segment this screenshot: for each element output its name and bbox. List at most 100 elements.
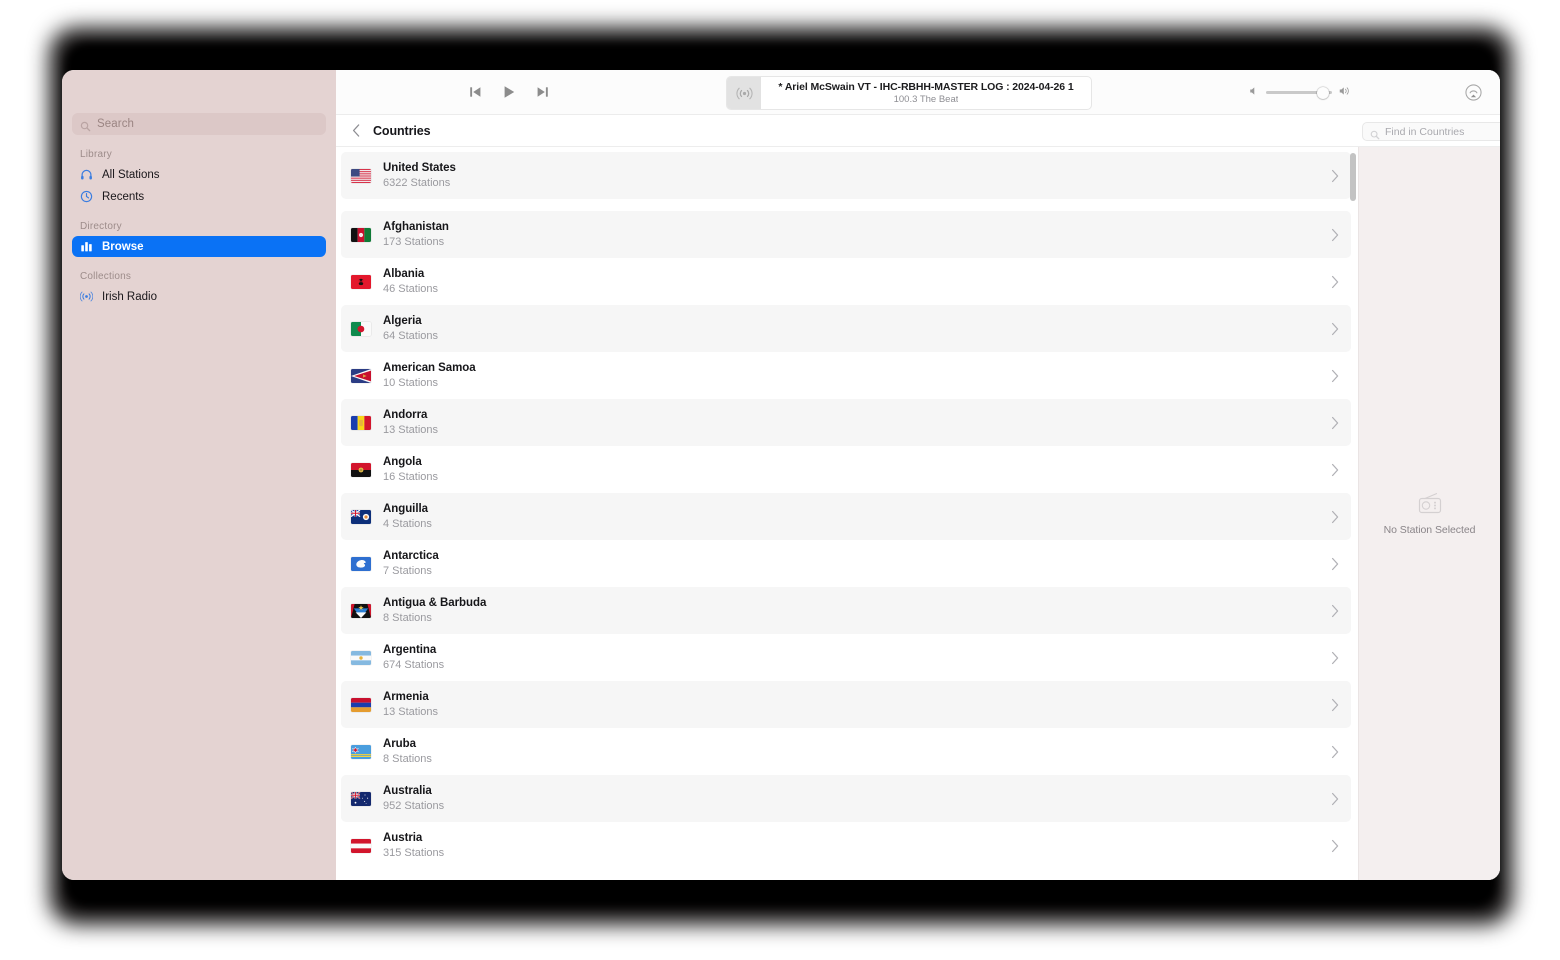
previous-track-button[interactable]	[467, 84, 483, 100]
country-row-text: Antigua & Barbuda 8 Stations	[383, 596, 486, 626]
chevron-right-icon	[1331, 228, 1340, 241]
country-row[interactable]: Argentina 674 Stations	[341, 634, 1351, 681]
country-row-text: Argentina 674 Stations	[383, 643, 444, 673]
flag-icon	[351, 603, 371, 618]
country-row[interactable]: Anguilla 4 Stations	[341, 493, 1351, 540]
country-row[interactable]: Angola 16 Stations	[341, 446, 1351, 493]
country-row-text: Algeria 64 Stations	[383, 314, 438, 344]
country-name: Angola	[383, 455, 422, 468]
country-row-text: Antarctica 7 Stations	[383, 549, 439, 579]
now-playing-artwork	[727, 77, 761, 109]
country-row-text: Aruba 8 Stations	[383, 737, 432, 767]
country-row[interactable]: Austria 315 Stations	[341, 822, 1351, 869]
page-title: Countries	[373, 123, 431, 138]
find-placeholder: Find in Countries	[1385, 125, 1465, 138]
country-station-count: 13 Stations	[383, 423, 439, 436]
now-playing-subtitle: 100.3 The Beat	[893, 94, 959, 105]
country-station-count: 10 Stations	[383, 376, 439, 389]
country-row[interactable]: United States 6322 Stations	[341, 152, 1351, 199]
country-station-count: 13 Stations	[383, 705, 439, 718]
country-name: Austria	[383, 831, 423, 844]
volume-slider-knob[interactable]	[1316, 86, 1329, 99]
sidebar-section-collections: Collections	[80, 271, 132, 282]
country-name: Armenia	[383, 690, 429, 703]
next-track-button[interactable]	[535, 84, 551, 100]
chevron-right-icon	[1331, 416, 1340, 429]
find-in-countries-input[interactable]: Find in Countries	[1362, 122, 1500, 141]
country-row[interactable]: Algeria 64 Stations	[341, 305, 1351, 352]
sidebar-section-directory: Directory	[80, 221, 122, 232]
flag-icon	[351, 462, 371, 477]
airplay-button[interactable]	[1465, 70, 1482, 115]
country-name: Aruba	[383, 737, 416, 750]
country-row[interactable]: American Samoa 10 Stations	[341, 352, 1351, 399]
flag-icon	[351, 168, 371, 183]
flag-icon	[351, 509, 371, 524]
content-split: United States 6322 Stations Afghanistan 173…	[336, 147, 1500, 880]
country-row-text: Austria 315 Stations	[383, 831, 444, 861]
sidebar-item-label: Browse	[102, 240, 144, 253]
chevron-right-icon	[1331, 322, 1340, 335]
country-station-count: 315 Stations	[383, 846, 445, 859]
country-station-count: 7 Stations	[383, 564, 432, 577]
chevron-right-icon	[1331, 275, 1340, 288]
navigation-bar: Countries Find in Countries	[336, 115, 1500, 147]
volume-slider[interactable]	[1266, 86, 1332, 99]
sidebar-item-all-stations[interactable]: All Stations	[72, 164, 326, 185]
country-station-count: 16 Stations	[383, 470, 439, 483]
sidebar-item-label: All Stations	[102, 168, 160, 181]
flag-icon	[351, 321, 371, 336]
chevron-right-icon	[1331, 604, 1340, 617]
clock-icon	[80, 190, 93, 203]
country-row[interactable]: Aruba 8 Stations	[341, 728, 1351, 775]
chevron-right-icon	[1331, 369, 1340, 382]
country-row[interactable]: Armenia 13 Stations	[341, 681, 1351, 728]
country-station-count: 8 Stations	[383, 611, 432, 624]
country-row[interactable]: Afghanistan 173 Stations	[341, 211, 1351, 258]
countries-list-container: United States 6322 Stations Afghanistan 173…	[336, 147, 1358, 880]
chevron-right-icon	[1331, 463, 1340, 476]
country-station-count: 64 Stations	[383, 329, 439, 342]
country-row[interactable]: Albania 46 Stations	[341, 258, 1351, 305]
list-scrollbar-thumb[interactable]	[1350, 153, 1356, 201]
chevron-right-icon	[1331, 698, 1340, 711]
chevron-right-icon	[1331, 510, 1340, 523]
sidebar-item-recents[interactable]: Recents	[72, 186, 326, 207]
country-name: Afghanistan	[383, 220, 449, 233]
flag-icon	[351, 227, 371, 242]
country-name: Antigua & Barbuda	[383, 596, 487, 609]
search-input[interactable]: Search	[72, 113, 326, 135]
country-row[interactable]: Australia 952 Stations	[341, 775, 1351, 822]
sidebar-item-irish-radio[interactable]: Irish Radio	[72, 286, 326, 307]
chevron-right-icon	[1331, 557, 1340, 570]
flag-icon	[351, 791, 371, 806]
browse-chart-icon	[80, 240, 93, 253]
speaker-high-icon	[1338, 84, 1352, 102]
no-station-selected-label: No Station Selected	[1383, 523, 1476, 536]
now-playing-card[interactable]: * Ariel McSwain VT - IHC-RBHH-MASTER LOG…	[726, 76, 1092, 110]
broadcast-icon	[80, 290, 93, 303]
country-row[interactable]: Antigua & Barbuda 8 Stations	[341, 587, 1351, 634]
flag-icon	[351, 368, 371, 383]
flag-icon	[351, 556, 371, 571]
back-button[interactable]	[347, 122, 365, 140]
flag-icon	[351, 744, 371, 759]
country-row-text: Anguilla 4 Stations	[383, 502, 432, 532]
country-station-count: 674 Stations	[383, 658, 445, 671]
sidebar-item-label: Irish Radio	[102, 290, 157, 303]
flag-icon	[351, 650, 371, 665]
country-name: Argentina	[383, 643, 437, 656]
sidebar-item-browse[interactable]: Browse	[72, 236, 326, 257]
radio-icon	[1417, 492, 1443, 516]
country-row-text: American Samoa 10 Stations	[383, 361, 476, 391]
play-button[interactable]	[501, 84, 517, 100]
now-playing-title: * Ariel McSwain VT - IHC-RBHH-MASTER LOG…	[778, 81, 1074, 93]
flag-icon	[351, 838, 371, 853]
country-row[interactable]: Antarctica 7 Stations	[341, 540, 1351, 587]
country-row[interactable]: Andorra 13 Stations	[341, 399, 1351, 446]
volume-control[interactable]	[1248, 70, 1352, 115]
country-name: Antarctica	[383, 549, 439, 562]
country-station-count: 4 Stations	[383, 517, 432, 530]
country-name: Anguilla	[383, 502, 428, 515]
list-scrollbar[interactable]	[1350, 153, 1356, 849]
